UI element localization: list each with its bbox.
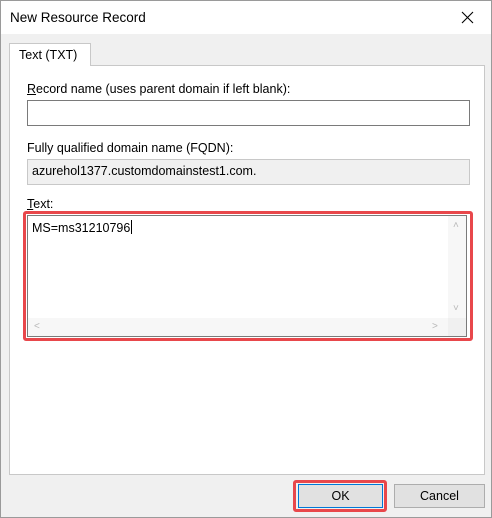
text-label-text: ext: [33,197,54,211]
cancel-button[interactable]: Cancel [394,484,485,508]
close-button[interactable] [445,1,491,34]
window-title: New Resource Record [10,10,146,25]
text-field-highlight [23,211,473,341]
title-bar: New Resource Record [1,1,491,34]
record-name-label-text: ecord name (uses parent domain if left b… [36,82,291,96]
record-name-label-accel: R [27,82,37,96]
fqdn-field: azurehol1377.customdomainstest1.com. [27,159,470,185]
text-label: Text: [27,197,53,211]
cancel-button-label: Cancel [420,489,459,503]
new-resource-record-dialog: New Resource Record Text (TXT) Record na… [0,0,492,518]
ok-button-highlight [293,480,387,512]
record-name-label: Record name (uses parent domain if left … [27,82,290,96]
fqdn-value: azurehol1377.customdomainstest1.com. [32,164,257,178]
tab-text-txt[interactable]: Text (TXT) [9,43,91,66]
fqdn-label: Fully qualified domain name (FQDN): [27,141,234,155]
record-name-input[interactable] [27,100,470,126]
close-icon [461,11,474,24]
tab-label: Text (TXT) [19,48,78,62]
